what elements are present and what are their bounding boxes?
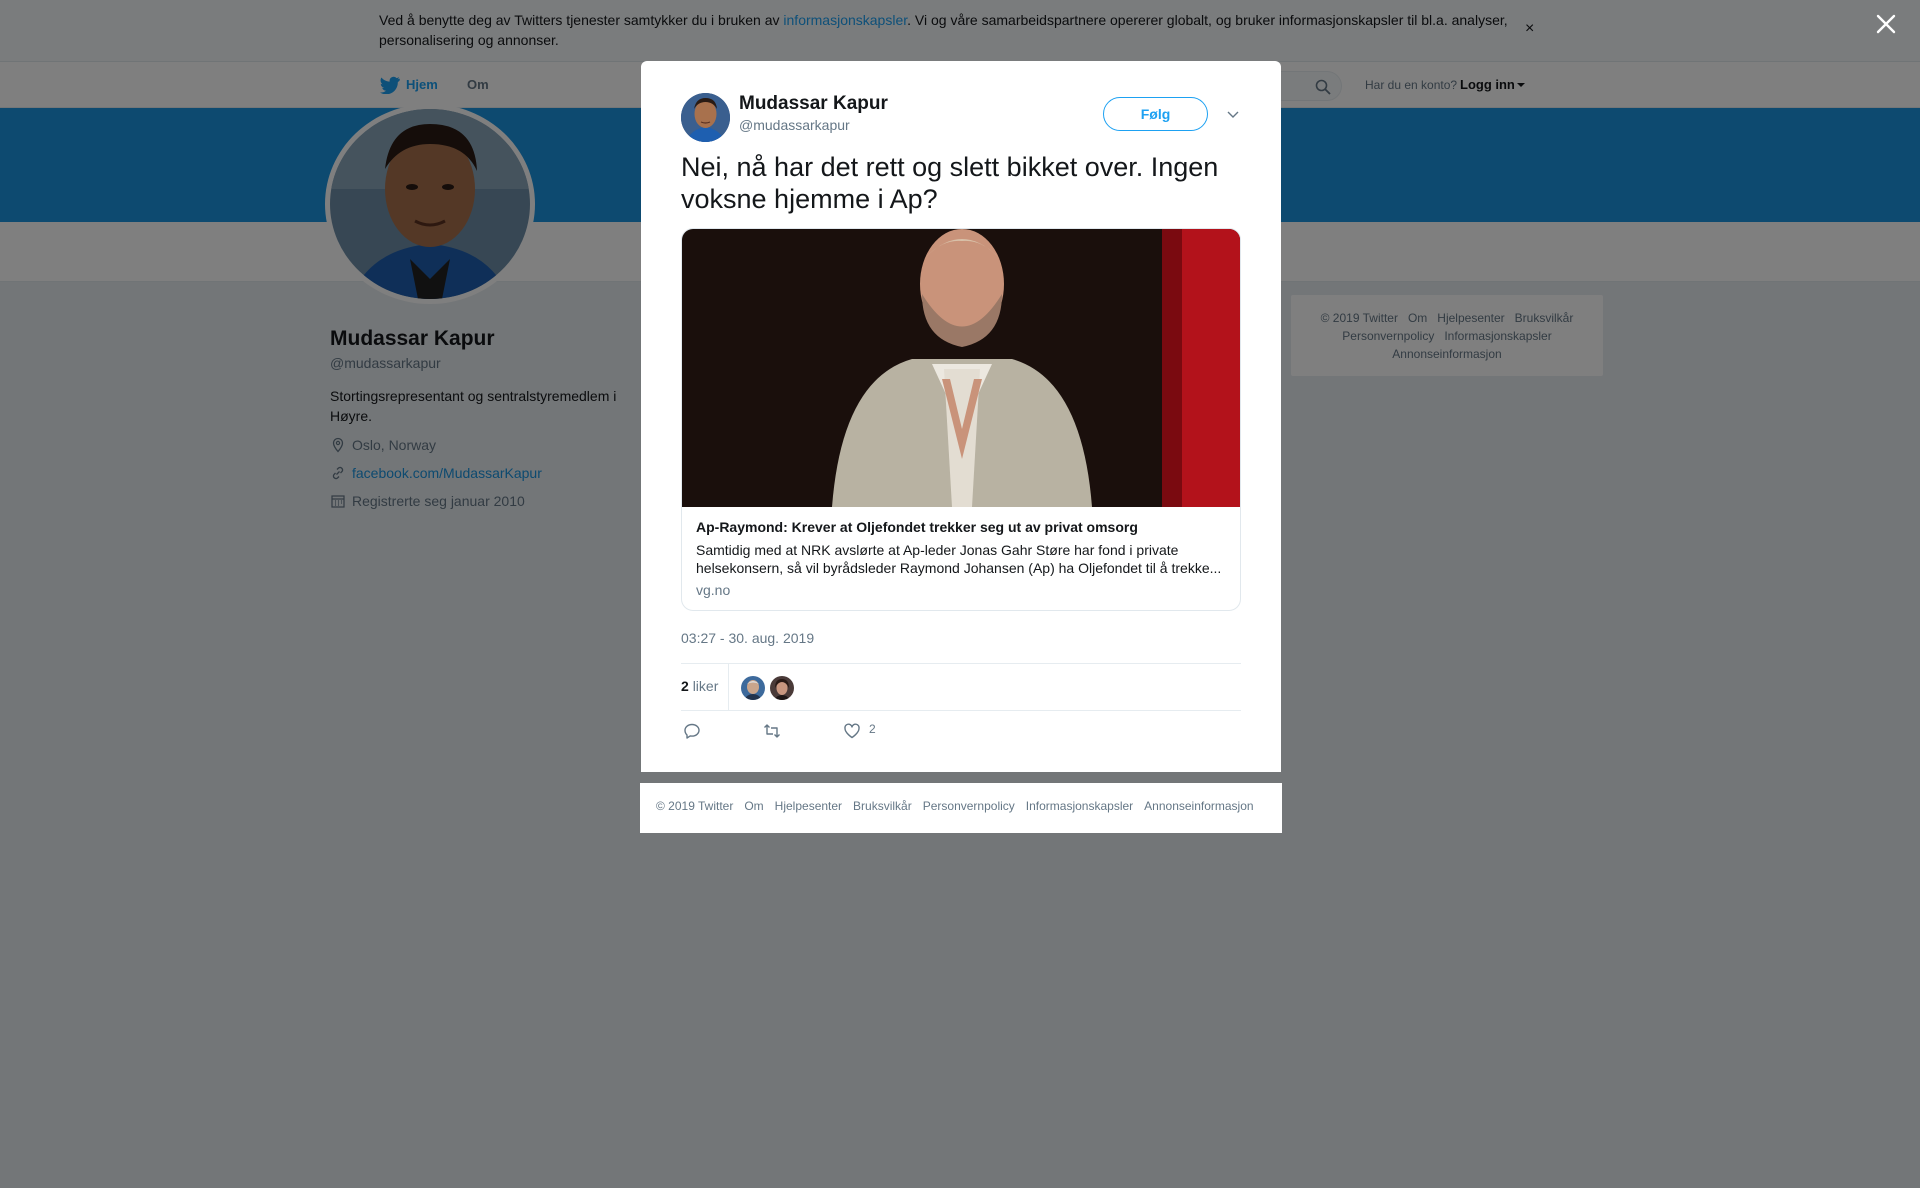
liker-avatar[interactable]: [741, 676, 765, 700]
like-button[interactable]: 2: [843, 722, 876, 740]
tweet-author-handle[interactable]: @mudassarkapur: [739, 117, 850, 133]
link-card-image: [682, 229, 1240, 507]
link-card-title[interactable]: Ap-Raymond: Krever at Oljefondet trekker…: [696, 519, 1226, 535]
retweet-button[interactable]: [763, 722, 781, 740]
chevron-down-icon[interactable]: [1225, 106, 1241, 122]
link-card[interactable]: Ap-Raymond: Krever at Oljefondet trekker…: [681, 228, 1241, 611]
close-icon[interactable]: [1874, 12, 1898, 36]
liker-avatar[interactable]: [770, 676, 794, 700]
footer-copyright: © 2019 Twitter: [656, 799, 734, 813]
heart-icon: [844, 723, 860, 739]
footer-privacy[interactable]: Personvernpolicy: [923, 799, 1015, 813]
footer-terms[interactable]: Bruksvilkår: [853, 799, 912, 813]
modal-footer: © 2019 Twitter Om Hjelpesenter Bruksvilkår P…: [640, 783, 1282, 833]
tweet-author-name[interactable]: Mudassar Kapur: [739, 93, 888, 115]
tweet-actions: 2: [681, 722, 1241, 746]
reply-button[interactable]: [683, 722, 701, 740]
footer-cookies[interactable]: Informasjonskapsler: [1026, 799, 1133, 813]
tweet-modal: Mudassar Kapur @mudassarkapur Følg Nei, …: [641, 61, 1281, 772]
footer-ads-info[interactable]: Annonseinformasjon: [1144, 799, 1253, 813]
tweet-stats: 2 liker: [681, 663, 1241, 711]
tweet-timestamp[interactable]: 03:27 - 30. aug. 2019: [681, 630, 814, 646]
footer-about[interactable]: Om: [744, 799, 763, 813]
reply-icon: [684, 723, 700, 739]
stats-divider: [728, 664, 729, 710]
tweet-text: Nei, nå har det rett og slett bikket ove…: [681, 152, 1219, 214]
link-card-description: Samtidig med at NRK avslørte at Ap-leder…: [696, 542, 1222, 576]
likes-count[interactable]: 2 liker: [681, 678, 718, 694]
retweet-icon: [764, 724, 780, 738]
footer-help[interactable]: Hjelpesenter: [775, 799, 842, 813]
link-card-domain: vg.no: [696, 582, 731, 598]
tweet-author-avatar[interactable]: [681, 93, 730, 142]
like-count: 2: [869, 722, 876, 736]
follow-button[interactable]: Følg: [1103, 97, 1208, 131]
